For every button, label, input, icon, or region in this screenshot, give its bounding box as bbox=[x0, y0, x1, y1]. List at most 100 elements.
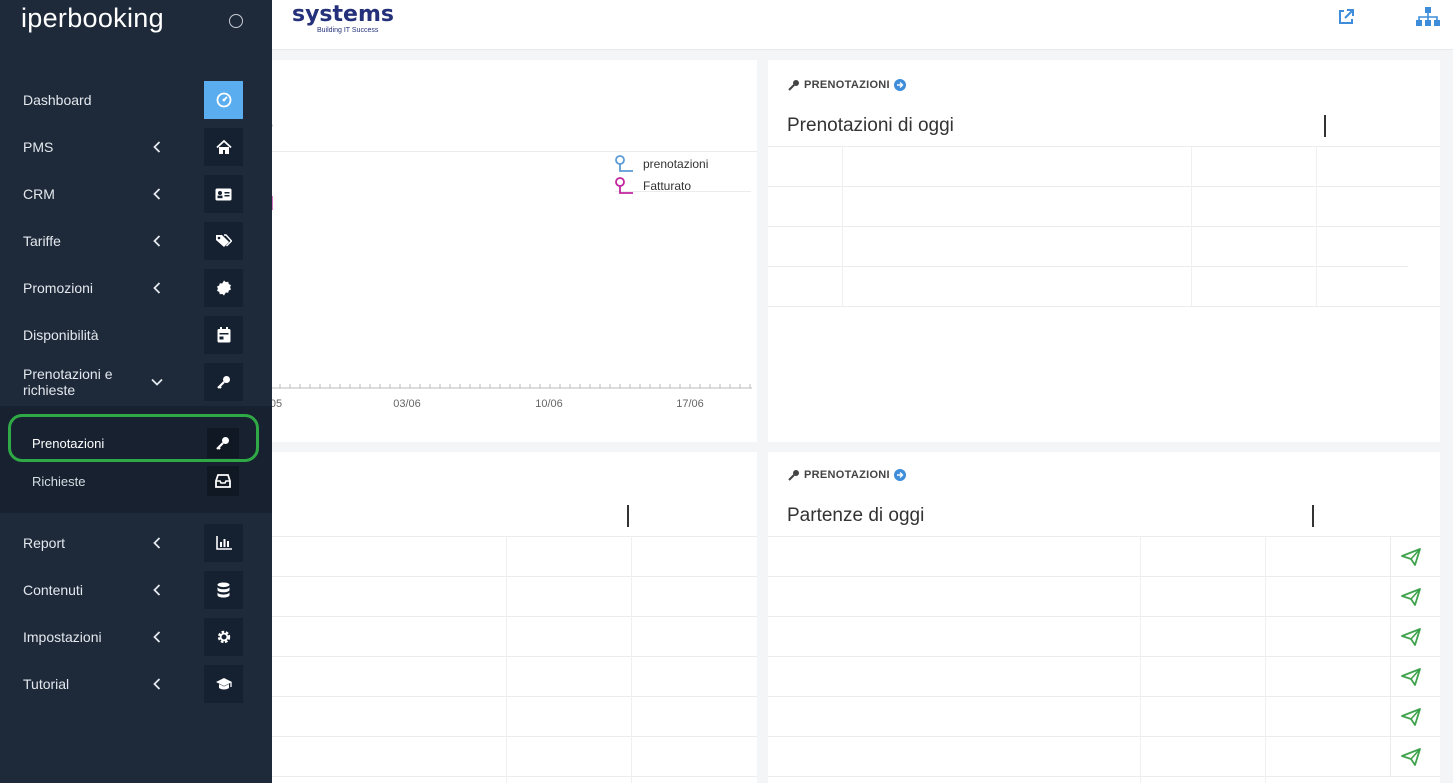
legend-label: prenotazioni bbox=[643, 157, 709, 171]
external-link-icon[interactable] bbox=[1333, 4, 1359, 30]
sidebar-item-label: Impostazioni bbox=[23, 629, 102, 645]
table-rule bbox=[768, 736, 1440, 737]
arrow-right-icon[interactable] bbox=[893, 469, 906, 481]
table-rule bbox=[768, 186, 1440, 187]
inbox-icon[interactable] bbox=[207, 466, 239, 496]
table-divider bbox=[1191, 146, 1192, 306]
x-tick-label: 17/06 bbox=[676, 398, 704, 410]
tags-icon[interactable] bbox=[204, 222, 243, 260]
table-rule bbox=[768, 616, 1440, 617]
sidebar-item-report[interactable]: Report bbox=[0, 523, 272, 563]
key-icon bbox=[788, 80, 799, 91]
send-button[interactable] bbox=[1390, 737, 1430, 777]
table-divider bbox=[842, 146, 843, 306]
home-icon[interactable] bbox=[204, 128, 243, 166]
chevron-down-icon bbox=[150, 374, 164, 390]
graduation-cap-icon[interactable] bbox=[204, 665, 243, 703]
gear-icon[interactable] bbox=[204, 618, 243, 656]
table-divider bbox=[631, 536, 632, 783]
table-divider bbox=[1265, 536, 1266, 783]
key-icon bbox=[788, 470, 799, 481]
today-bookings-panel: PRENOTAZIONI Prenotazioni di oggi bbox=[768, 60, 1440, 442]
database-icon[interactable] bbox=[204, 571, 243, 609]
chevron-left-icon bbox=[150, 676, 164, 692]
sidebar-item-impostazioni[interactable]: Impostazioni bbox=[0, 617, 272, 657]
paper-plane-icon bbox=[1400, 668, 1421, 686]
chevron-left-icon bbox=[150, 582, 164, 598]
chart-top-rule bbox=[255, 151, 757, 152]
key-icon[interactable] bbox=[204, 363, 243, 401]
logo-text: systems bbox=[292, 2, 394, 27]
paper-plane-icon bbox=[1400, 708, 1421, 726]
table-rule bbox=[768, 266, 1408, 267]
send-button[interactable] bbox=[1390, 657, 1430, 697]
send-button[interactable] bbox=[1390, 697, 1430, 737]
sidebar-item-pms[interactable]: PMS bbox=[0, 127, 272, 167]
x-tick-label: 03/06 bbox=[393, 398, 421, 410]
table-rule bbox=[768, 536, 1440, 537]
chevron-left-icon bbox=[150, 535, 164, 551]
logo-tagline: Building IT Success bbox=[317, 27, 379, 34]
sidebar-item-label: Report bbox=[23, 535, 66, 551]
panel-title: Partenze di oggi bbox=[787, 505, 925, 526]
calendar-icon[interactable] bbox=[204, 316, 243, 354]
sidebar-item-disponibilit[interactable]: Disponibilità bbox=[0, 315, 272, 355]
paper-plane-icon bbox=[1400, 548, 1421, 566]
chart-panel: e prenotazioni Fatturato 05 03/06 10/06 … bbox=[255, 60, 757, 442]
id-card-icon[interactable] bbox=[204, 175, 243, 213]
sidebar-item-label: CRM bbox=[23, 186, 55, 202]
submenu-prenotazioni: Prenotazioni Richieste bbox=[0, 406, 272, 513]
dashboard-icon[interactable] bbox=[204, 81, 243, 119]
arrow-right-icon[interactable] bbox=[893, 79, 906, 91]
table-divider bbox=[506, 536, 507, 783]
table-divider bbox=[1140, 536, 1141, 783]
sidebar-item-label: Tariffe bbox=[23, 233, 61, 249]
paper-plane-icon bbox=[1400, 748, 1421, 766]
sidebar-item-label: PMS bbox=[23, 139, 54, 155]
sitemap-icon[interactable] bbox=[1415, 4, 1441, 30]
send-button[interactable] bbox=[1390, 617, 1430, 657]
departures-panel: PRENOTAZIONI Partenze di oggi bbox=[768, 452, 1440, 783]
key-icon[interactable] bbox=[207, 428, 239, 458]
table-divider bbox=[1316, 146, 1317, 306]
sidebar-item-label: Promozioni bbox=[23, 280, 94, 296]
sidebar-toggle-icon[interactable] bbox=[229, 14, 243, 28]
legend-marker-icon bbox=[615, 155, 633, 172]
table-rule bbox=[768, 576, 1440, 577]
sidebar-item-label: Prenotazioni e richieste bbox=[23, 366, 113, 398]
text-caret bbox=[1312, 505, 1314, 527]
paper-plane-icon bbox=[1400, 628, 1421, 646]
sidebar-item-label: Contenuti bbox=[23, 582, 83, 598]
sidebar-item-tariffe[interactable]: Tariffe bbox=[0, 221, 272, 261]
send-button[interactable] bbox=[1390, 577, 1430, 617]
panel-tag[interactable]: PRENOTAZIONI bbox=[788, 79, 906, 91]
sidebar-item-label: Disponibilità bbox=[23, 327, 99, 343]
certificate-icon[interactable] bbox=[204, 269, 243, 307]
sidebar-item-promozioni[interactable]: Promozioni bbox=[0, 268, 272, 308]
sidebar-item-prenotazioni-e-richieste[interactable]: Prenotazioni e richieste bbox=[0, 362, 272, 402]
paper-plane-icon bbox=[1400, 588, 1421, 606]
text-caret bbox=[627, 505, 629, 527]
panel-tag-label: PRENOTAZIONI bbox=[804, 79, 890, 91]
chevron-left-icon bbox=[150, 233, 164, 249]
systems-logo: systems Building IT Success bbox=[292, 2, 394, 34]
panel-title: Prenotazioni di oggi bbox=[787, 115, 954, 136]
panel-tag[interactable]: PRENOTAZIONI bbox=[788, 469, 906, 481]
sidebar-item-contenuti[interactable]: Contenuti bbox=[0, 570, 272, 610]
chevron-left-icon bbox=[150, 629, 164, 645]
sidebar-subitem-prenotazioni[interactable]: Prenotazioni bbox=[32, 436, 104, 451]
send-button[interactable] bbox=[1390, 537, 1430, 577]
legend-item-fatturato[interactable]: Fatturato bbox=[615, 177, 691, 195]
x-tick-label: 10/06 bbox=[535, 398, 563, 410]
table-rule bbox=[768, 656, 1440, 657]
sidebar-brand[interactable]: iperbooking bbox=[21, 3, 164, 34]
sidebar-item-crm[interactable]: CRM bbox=[0, 174, 272, 214]
bar-chart-icon[interactable] bbox=[204, 524, 243, 562]
sidebar-subitem-richieste[interactable]: Richieste bbox=[32, 474, 85, 489]
chevron-left-icon bbox=[150, 280, 164, 296]
table-rule bbox=[768, 776, 1440, 777]
chevron-left-icon bbox=[150, 186, 164, 202]
legend-item-prenotazioni[interactable]: prenotazioni bbox=[615, 155, 708, 173]
sidebar-item-tutorial[interactable]: Tutorial bbox=[0, 664, 272, 704]
sidebar-item-dashboard[interactable]: Dashboard bbox=[0, 80, 272, 120]
